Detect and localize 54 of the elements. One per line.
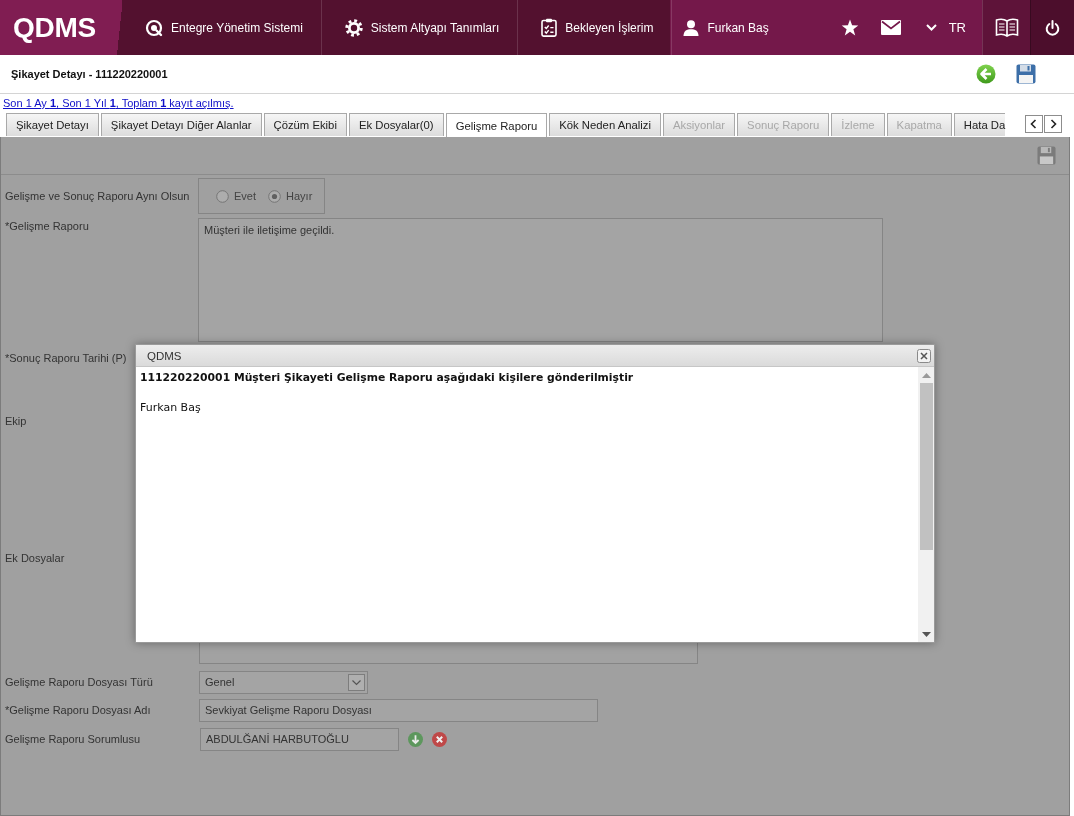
nav-menu-item[interactable]: Entegre Yönetim Sistemi [122, 0, 322, 55]
tab[interactable]: Şikayet Detayı [6, 113, 99, 136]
gear-icon [344, 18, 363, 37]
mail-icon[interactable] [880, 20, 901, 35]
chevron-left-icon[interactable] [1025, 115, 1043, 133]
field-label: *Gelişme Raporu [5, 220, 89, 232]
scrollbar[interactable] [918, 367, 934, 642]
radio-option[interactable]: Evet [216, 189, 256, 203]
q-circle-icon [145, 18, 163, 37]
field-label: *Sonuç Raporu Tarihi (P) [5, 352, 127, 364]
summary-link[interactable]: Son 1 Ay 1, Son 1 Yıl 1, Toplam 1 kayıt açılmış. [3, 97, 234, 109]
tab[interactable]: Hata Da [953, 113, 1006, 136]
save-icon[interactable] [1016, 64, 1036, 84]
tab[interactable]: Ek Dosyalar(0) [348, 113, 444, 136]
attachments-field[interactable] [199, 643, 698, 664]
remove-icon[interactable] [432, 731, 447, 747]
nav-menu-item[interactable]: Bekleyen İşlerim [518, 0, 673, 55]
file-type-dropdown[interactable]: Genel [199, 670, 368, 694]
tab[interactable]: Şikayet Detayı Diğer Alanlar [100, 113, 262, 136]
field-label: Gelişme ve Sonuç Raporu Aynı Olsun [5, 190, 190, 202]
chevron-down-icon [925, 24, 937, 31]
tab[interactable]: Çözüm Ekibi [263, 113, 347, 136]
scroll-down-icon[interactable] [921, 632, 931, 637]
dialog-title: QDMS [147, 349, 182, 362]
clipboard-icon [541, 18, 558, 37]
scroll-up-icon[interactable] [921, 373, 931, 378]
power-icon[interactable] [1045, 19, 1060, 36]
close-icon[interactable] [917, 348, 931, 363]
book-icon[interactable] [994, 17, 1019, 38]
dialog-message: 111220220001 Müşteri Şikayeti Gelişme Raporu aşağıdaki kişilere gönderilmiştir [140, 370, 635, 385]
field-label: Gelişme Raporu Dosyası Türü [5, 676, 153, 688]
field-label: Ekip [5, 415, 27, 427]
down-arrow-icon[interactable] [408, 731, 423, 747]
file-name-field[interactable]: Sevkiyat Gelişme Raporu Dosyası [199, 698, 598, 722]
field-label: Gelişme Raporu Sorumlusu [5, 733, 141, 745]
responsible-person-field[interactable]: ABDULĞANİ HARBUTOĞLU [200, 727, 399, 751]
tab[interactable]: Gelişme Raporu [445, 113, 548, 137]
caret-icon [348, 673, 365, 691]
page-title: Şikayet Detayı - 111220220001 [11, 68, 168, 80]
recipient-name: Furkan Baş [140, 400, 202, 415]
tab[interactable]: Kök Neden Analizi [549, 113, 661, 136]
save-icon[interactable] [1037, 146, 1056, 165]
nav-menu-item[interactable]: Sistem Altyapı Tanımları [321, 0, 519, 55]
language-selector[interactable]: TR [925, 20, 982, 35]
field-label: Ek Dosyalar [5, 552, 65, 564]
radio-option[interactable]: Hayır [268, 189, 313, 203]
field-label: *Gelişme Raporu Dosyası Adı [5, 704, 151, 716]
chevron-right-icon[interactable] [1044, 115, 1062, 133]
report-textarea[interactable]: Müşteri ile iletişime geçildi. [198, 218, 883, 342]
logo[interactable]: QDMS [0, 0, 122, 55]
user-menu[interactable]: Furkan Baş [672, 0, 779, 55]
star-icon[interactable] [840, 19, 859, 36]
user-icon [683, 19, 700, 36]
scrollbar-thumb[interactable] [919, 383, 933, 550]
